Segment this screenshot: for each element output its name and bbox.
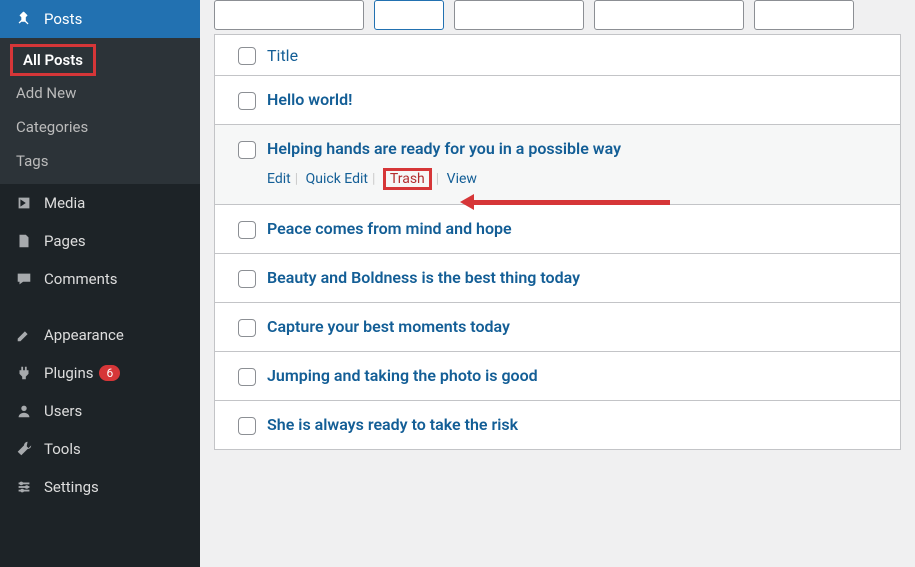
sidebar-label-posts: Posts [44,10,82,28]
sidebar-item-comments[interactable]: Comments [0,260,200,298]
table-row: Capture your best moments today [215,303,900,352]
submenu-add-new[interactable]: Add New [0,76,90,110]
comments-icon [14,270,34,288]
table-row: Helping hands are ready for you in a pos… [215,125,900,205]
filter-bar [200,0,915,34]
table-header: Title [215,35,900,76]
row-checkbox[interactable] [238,92,256,110]
trash-link[interactable]: Trash [390,171,425,187]
submenu-categories[interactable]: Categories [0,110,102,144]
sidebar-label-comments: Comments [44,270,118,288]
media-icon [14,194,34,212]
row-checkbox[interactable] [238,417,256,435]
sidebar-item-appearance[interactable]: Appearance [0,316,200,354]
table-row: Hello world! [215,76,900,125]
table-row: Beauty and Boldness is the best thing to… [215,254,900,303]
filter-box-1[interactable] [214,0,364,30]
submenu-tags[interactable]: Tags [0,144,62,178]
table-row: Jumping and taking the photo is good [215,352,900,401]
sidebar-label-tools: Tools [44,440,81,458]
table-row: She is always ready to take the risk [215,401,900,449]
sidebar-item-tools[interactable]: Tools [0,430,200,468]
view-link[interactable]: View [447,171,477,187]
post-title-link[interactable]: She is always ready to take the risk [267,415,518,434]
post-title-link[interactable]: Beauty and Boldness is the best thing to… [267,268,580,287]
row-checkbox[interactable] [238,368,256,386]
column-title[interactable]: Title [267,46,298,65]
users-icon [14,402,34,420]
admin-sidebar: Posts All Posts Add New Categories Tags … [0,0,200,567]
post-title-link[interactable]: Jumping and taking the photo is good [267,366,538,385]
tools-icon [14,440,34,458]
sidebar-item-plugins[interactable]: Plugins 6 [0,354,200,392]
pin-icon [14,10,34,28]
posts-table: Title Hello world! Helping hands are rea… [214,34,901,450]
main-content: Title Hello world! Helping hands are rea… [200,0,915,567]
pages-icon [14,232,34,250]
row-actions: Edit| Quick Edit| Trash| View [267,168,888,190]
post-title-link[interactable]: Capture your best moments today [267,317,510,336]
row-checkbox[interactable] [238,319,256,337]
row-checkbox[interactable] [238,270,256,288]
edit-link[interactable]: Edit [267,171,291,187]
plugins-icon [14,364,34,382]
filter-box-4[interactable] [754,0,854,30]
post-title-link[interactable]: Peace comes from mind and hope [267,219,512,238]
table-row: Peace comes from mind and hope [215,205,900,254]
sidebar-item-posts[interactable]: Posts [0,0,200,38]
post-title-link[interactable]: Helping hands are ready for you in a pos… [267,139,621,158]
row-checkbox[interactable] [238,141,256,159]
select-all-checkbox[interactable] [238,47,256,65]
sidebar-item-settings[interactable]: Settings [0,468,200,506]
sidebar-label-pages: Pages [44,232,86,250]
sidebar-label-settings: Settings [44,478,99,496]
posts-submenu: All Posts Add New Categories Tags [0,38,200,184]
plugins-badge: 6 [99,365,120,381]
post-title-link[interactable]: Hello world! [267,90,352,109]
quick-edit-link[interactable]: Quick Edit [306,171,368,187]
sidebar-item-users[interactable]: Users [0,392,200,430]
appearance-icon [14,326,34,344]
submenu-all-posts[interactable]: All Posts [10,44,96,76]
sidebar-item-pages[interactable]: Pages [0,222,200,260]
sidebar-separator [0,298,200,316]
sidebar-label-plugins: Plugins [44,364,93,382]
sidebar-label-users: Users [44,402,82,420]
filter-box-2[interactable] [454,0,584,30]
settings-icon [14,478,34,496]
row-checkbox[interactable] [238,221,256,239]
filter-box-3[interactable] [594,0,744,30]
sidebar-label-media: Media [44,194,85,212]
sidebar-item-media[interactable]: Media [0,184,200,222]
apply-button[interactable] [374,0,444,30]
sidebar-label-appearance: Appearance [44,326,124,344]
